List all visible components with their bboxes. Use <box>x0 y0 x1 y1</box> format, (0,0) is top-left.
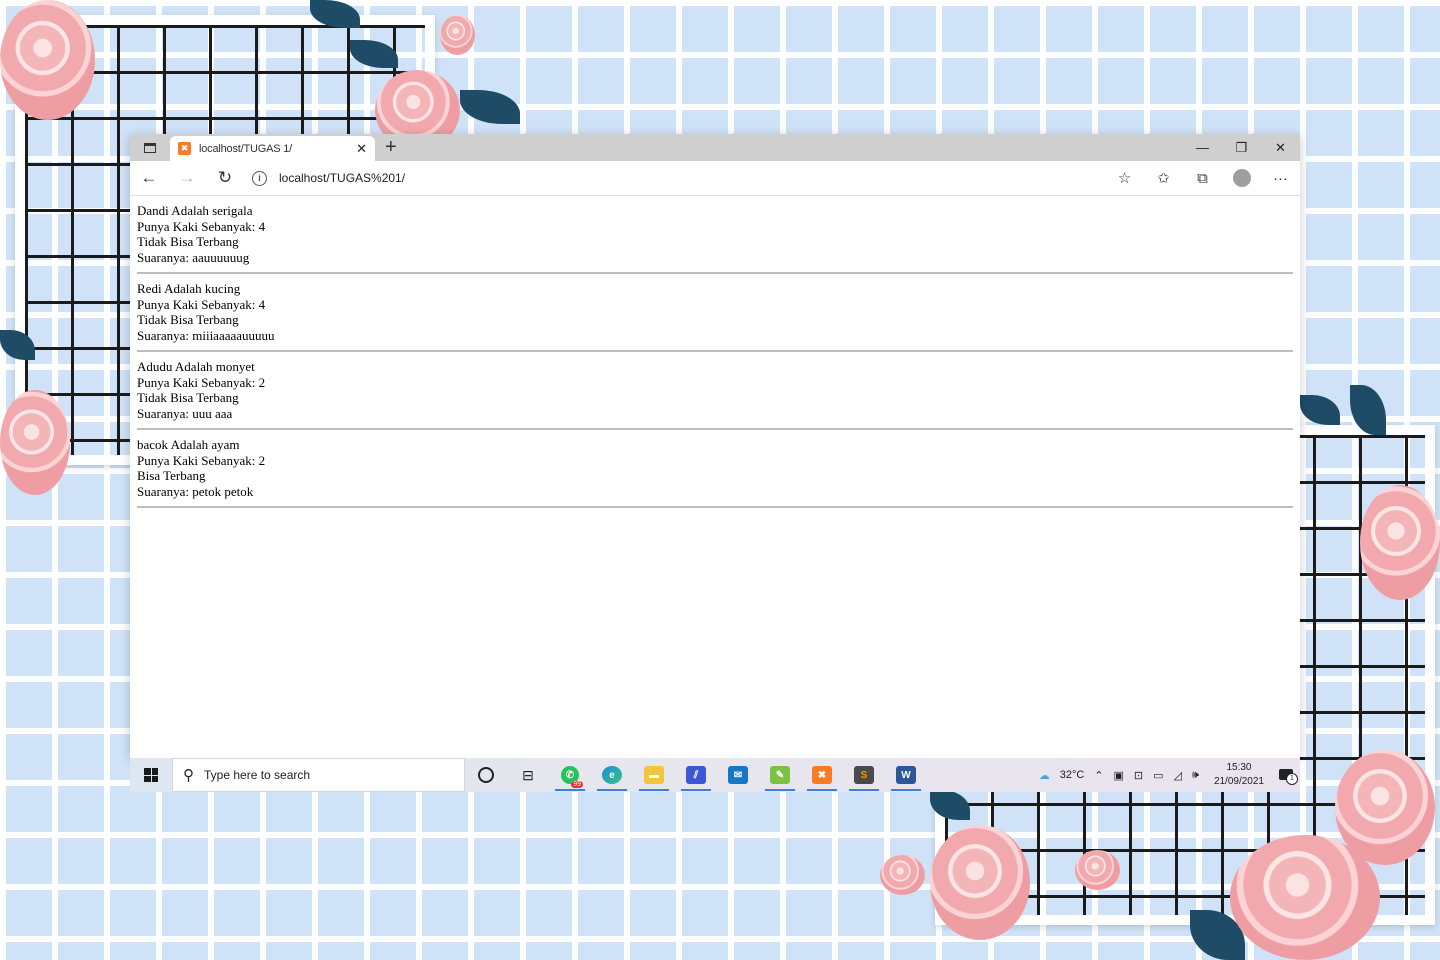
xampp-icon[interactable]: ✖ <box>801 758 843 792</box>
weather-icon[interactable]: ☁ <box>1039 769 1050 782</box>
temperature[interactable]: 32°C <box>1060 769 1085 781</box>
wallpaper-rose <box>0 0 95 120</box>
search-placeholder: Type here to search <box>204 768 311 782</box>
wallpaper-rose <box>1075 850 1120 890</box>
refresh-icon[interactable]: ↻ <box>206 168 244 188</box>
page-content: Dandi Adalah serigala Punya Kaki Sebanya… <box>130 196 1300 508</box>
address-text[interactable]: localhost/TUGAS%201/ <box>279 171 1105 185</box>
animal-sound-line: Suaranya: petok petok <box>137 483 254 499</box>
start-button[interactable] <box>130 768 172 782</box>
animal-legs-line: Punya Kaki Sebanyak: 2 <box>137 374 266 390</box>
divider <box>137 428 1293 430</box>
info-icon[interactable]: i <box>252 170 267 186</box>
wallpaper-rose <box>1230 835 1380 960</box>
search-icon: ⚲ <box>183 767 194 784</box>
taskbar: ⚲ Type here to search ⊟ ✆ 99 e ▬ ⫽ ✉ ✎ ✖… <box>130 758 1300 792</box>
animal-sound-line: Suaranya: miiiaaaaauuuuu <box>137 327 275 343</box>
animal-legs-line: Punya Kaki Sebanyak: 2 <box>137 452 266 468</box>
clock[interactable]: 15:30 21/09/2021 <box>1214 761 1264 789</box>
clock-date: 21/09/2021 <box>1213 776 1264 787</box>
wallpaper-rose <box>880 855 925 895</box>
wallpaper-leaf <box>1300 395 1340 425</box>
notepadpp-icon[interactable]: ✎ <box>759 758 801 792</box>
cortana-icon[interactable] <box>465 758 507 792</box>
divider <box>137 272 1293 274</box>
browser-window: ✖ localhost/TUGAS 1/ ✕ + — ❐ ✕ ← → ↻ i l… <box>130 134 1300 758</box>
sublime-icon[interactable]: S <box>843 758 885 792</box>
wallpaper-rose <box>0 390 70 495</box>
add-favorite-icon[interactable]: ☆ <box>1105 169 1144 187</box>
clock-time: 15:30 <box>1226 762 1252 773</box>
file-explorer-icon[interactable]: ▬ <box>633 758 675 792</box>
tab-title: localhost/TUGAS 1/ <box>199 142 292 155</box>
tab-bar: ✖ localhost/TUGAS 1/ ✕ + — ❐ ✕ <box>130 134 1300 161</box>
wallpaper-rose <box>1360 485 1440 600</box>
animal-entry: Dandi Adalah serigala Punya Kaki Sebanya… <box>137 203 1293 274</box>
collections-icon[interactable]: ⧉ <box>1183 170 1222 187</box>
animal-entry: bacok Adalah ayam Punya Kaki Sebanyak: 2… <box>137 437 1293 508</box>
battery-icon[interactable]: ▭ <box>1153 769 1163 782</box>
wallpaper-leaf <box>460 90 520 124</box>
wallpaper-rose <box>930 825 1030 940</box>
wallpaper-rose <box>440 15 475 55</box>
back-arrow-icon[interactable]: ← <box>130 168 168 188</box>
animal-entry: Redi Adalah kucing Punya Kaki Sebanyak: … <box>137 281 1293 352</box>
chevron-up-icon[interactable]: ⌃ <box>1094 769 1103 782</box>
profile-icon[interactable] <box>1222 169 1261 188</box>
animal-name-line: Adudu Adalah monyet <box>137 359 255 374</box>
word-icon[interactable]: W <box>885 758 927 792</box>
edge-icon[interactable]: e <box>591 758 633 792</box>
tab-actions-button[interactable] <box>130 134 170 161</box>
browser-toolbar: ← → ↻ i localhost/TUGAS%201/ ☆ ✩ ⧉ ··· <box>130 161 1300 196</box>
forward-arrow-icon[interactable]: → <box>168 168 206 188</box>
tray-app-icon[interactable]: ⊡ <box>1134 769 1143 782</box>
system-tray: ☁ 32°C ⌃ ▣ ⊡ ▭ ◿ 🕪 15:30 21/09/2021 1 <box>1034 761 1300 789</box>
animal-entry: Adudu Adalah monyet Punya Kaki Sebanyak:… <box>137 359 1293 430</box>
whatsapp-icon[interactable]: ✆ 99 <box>549 758 591 792</box>
animal-name-line: Redi Adalah kucing <box>137 281 241 296</box>
minimize-icon[interactable]: — <box>1183 134 1222 161</box>
more-icon[interactable]: ··· <box>1261 170 1300 187</box>
close-window-icon[interactable]: ✕ <box>1261 134 1300 161</box>
favorites-icon[interactable]: ✩ <box>1144 169 1183 187</box>
tab-localhost[interactable]: ✖ localhost/TUGAS 1/ ✕ <box>170 136 375 161</box>
animal-name-line: bacok Adalah ayam <box>137 437 240 452</box>
animal-fly-line: Tidak Bisa Terbang <box>137 312 239 327</box>
restore-icon[interactable]: ❐ <box>1222 134 1261 161</box>
tray-app-icon[interactable]: ▣ <box>1114 769 1124 782</box>
animal-fly-line: Tidak Bisa Terbang <box>137 390 239 405</box>
notification-count: 1 <box>1286 773 1298 785</box>
mail-icon[interactable]: ✉ <box>717 758 759 792</box>
animal-fly-line: Bisa Terbang <box>137 468 206 483</box>
task-view-icon[interactable]: ⊟ <box>507 758 549 792</box>
animal-legs-line: Punya Kaki Sebanyak: 4 <box>137 296 266 312</box>
plus-icon[interactable]: + <box>385 136 397 159</box>
vscode-icon[interactable]: ⫽ <box>675 758 717 792</box>
wifi-icon[interactable]: ◿ <box>1174 769 1182 782</box>
notification-icon[interactable]: 1 <box>1274 765 1300 785</box>
window-square-icon <box>144 142 156 153</box>
close-icon[interactable]: ✕ <box>356 141 367 157</box>
divider <box>137 506 1293 508</box>
animal-sound-line: Suaranya: uuu aaa <box>137 405 233 421</box>
animal-fly-line: Tidak Bisa Terbang <box>137 234 239 249</box>
volume-icon[interactable]: 🕪 <box>1192 769 1199 782</box>
taskbar-search-input[interactable]: ⚲ Type here to search <box>172 758 465 792</box>
whatsapp-badge: 99 <box>571 781 583 788</box>
animal-name-line: Dandi Adalah serigala <box>137 203 253 218</box>
divider <box>137 350 1293 352</box>
windows-logo-icon <box>144 768 158 782</box>
animal-legs-line: Punya Kaki Sebanyak: 4 <box>137 218 266 234</box>
animal-sound-line: Suaranya: aauuuuuug <box>137 249 250 265</box>
address-bar[interactable]: i localhost/TUGAS%201/ ☆ <box>244 165 1144 191</box>
window-controls: — ❐ ✕ <box>1183 134 1300 161</box>
xampp-icon: ✖ <box>178 142 191 155</box>
